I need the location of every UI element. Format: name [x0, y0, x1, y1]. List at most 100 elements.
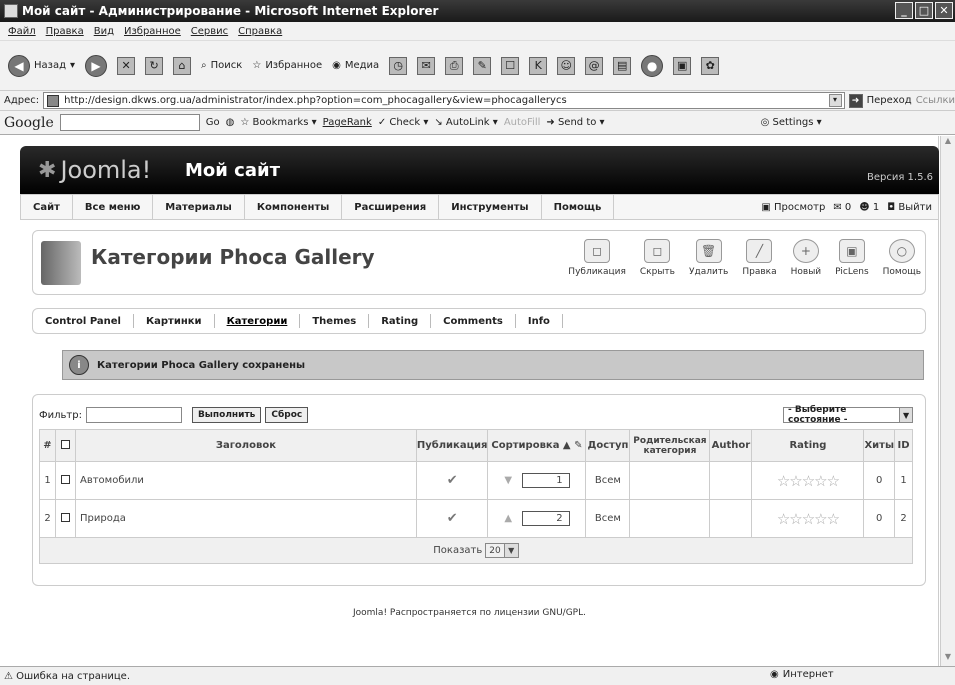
col-access[interactable]: Доступ — [585, 429, 631, 462]
col-rating[interactable]: Rating — [751, 429, 865, 462]
vertical-scrollbar[interactable]: ▲ ▼ — [940, 136, 955, 666]
state-select[interactable]: - Выберите состояние - ▼ — [783, 405, 913, 425]
sendto-button[interactable]: ➜ Send to ▾ — [546, 117, 604, 128]
subnav-comments[interactable]: Comments — [431, 314, 516, 328]
scroll-up-icon[interactable]: ▲ — [941, 136, 955, 150]
messages-link[interactable]: ✉ 0 — [833, 202, 851, 213]
settings-button[interactable]: ◎ Settings ▾ — [761, 117, 822, 128]
publish-button[interactable]: ◻ Публикация — [568, 239, 626, 277]
unpublish-button[interactable]: ◻ Скрыть — [640, 239, 675, 277]
media-button[interactable]: ◉ Медиа — [332, 60, 379, 71]
published-check-icon[interactable]: ✔ — [447, 511, 458, 526]
menu-edit[interactable]: Правка — [46, 26, 84, 37]
google-go-button[interactable]: Go — [206, 117, 220, 128]
menu-site[interactable]: Сайт — [21, 195, 73, 219]
home-button[interactable]: ⌂ — [173, 56, 192, 75]
favorites-button[interactable]: ☆ Избранное — [252, 60, 322, 71]
k-icon[interactable]: K — [529, 56, 548, 75]
refresh-button[interactable]: ↻ — [145, 56, 164, 75]
menu-tools[interactable]: Сервис — [191, 26, 228, 37]
menu-file[interactable]: Файл — [8, 26, 36, 37]
col-author[interactable]: Author — [709, 429, 753, 462]
minimize-button[interactable]: _ — [895, 2, 913, 19]
piclens-button[interactable]: ▣ PicLens — [835, 239, 869, 277]
order-input[interactable]: 1 — [521, 473, 570, 488]
row-checkbox[interactable] — [61, 512, 70, 522]
users-link[interactable]: ☻ 1 — [859, 202, 879, 213]
discuss-button[interactable]: ☐ — [501, 56, 520, 75]
autofill-button[interactable]: AutoFill — [504, 117, 541, 128]
save-order-icon[interactable]: ✎ — [574, 440, 582, 451]
row-published[interactable]: ✔ — [415, 461, 489, 500]
bookmarks-button[interactable]: ☆ Bookmarks ▾ — [240, 117, 316, 128]
order-input[interactable]: 2 — [521, 511, 570, 526]
close-button[interactable]: ✕ — [935, 2, 953, 19]
delete-button[interactable]: 🗑 Удалить — [689, 239, 728, 277]
col-parent[interactable]: Родительская категория — [629, 429, 711, 462]
subnav-info[interactable]: Info — [516, 314, 563, 328]
filter-input[interactable] — [85, 407, 182, 423]
menu-content[interactable]: Материалы — [153, 195, 245, 219]
menu-favorites[interactable]: Избранное — [124, 26, 181, 37]
col-checkall[interactable] — [55, 429, 76, 462]
scroll-down-icon[interactable]: ▼ — [941, 652, 955, 666]
menu-view[interactable]: Вид — [94, 26, 114, 37]
research-button[interactable]: ▤ — [613, 56, 632, 75]
menu-help[interactable]: Помощь — [542, 195, 615, 219]
joomla-logo[interactable]: ✱ Joomla! — [38, 156, 151, 184]
status-text[interactable]: Ошибка на странице. — [16, 671, 130, 682]
filter-reset-button[interactable]: Сброс — [265, 407, 309, 423]
autolink-button[interactable]: ↘ AutoLink ▾ — [434, 117, 497, 128]
search-button[interactable]: ⌕ Поиск — [201, 60, 242, 71]
col-ordering[interactable]: Сортировка ▲ ✎ — [487, 429, 587, 462]
stop-button[interactable]: ✕ — [117, 56, 136, 75]
edit-button[interactable]: ✎ — [473, 56, 492, 75]
menu-help[interactable]: Справка — [238, 26, 282, 37]
published-check-icon[interactable]: ✔ — [447, 473, 458, 488]
list-limit-select[interactable]: 20 ▼ — [485, 543, 519, 558]
pagerank-button[interactable]: PageRank — [323, 117, 372, 128]
edit-button[interactable]: ╱ Правка — [742, 239, 777, 277]
error-icon[interactable]: ⚠ — [4, 671, 13, 682]
move-down-icon[interactable]: ▼ — [504, 475, 512, 486]
menu-tools[interactable]: Инструменты — [439, 195, 542, 219]
menu-components[interactable]: Компоненты — [245, 195, 343, 219]
move-up-icon[interactable]: ▲ — [504, 513, 512, 524]
at-icon[interactable]: @ — [585, 56, 604, 75]
messenger-button[interactable]: ☺ — [557, 56, 576, 75]
check-all-checkbox[interactable] — [61, 439, 70, 449]
menu-extensions[interactable]: Расширения — [342, 195, 440, 219]
check-button[interactable]: ✓ Check ▾ — [378, 117, 429, 128]
print-button[interactable]: ⎙ — [445, 56, 464, 75]
col-hits[interactable]: Хиты — [863, 429, 895, 462]
forward-button[interactable]: ▶ — [85, 54, 108, 77]
row-checkbox[interactable] — [61, 474, 70, 484]
address-input[interactable]: http://design.dkws.org.ua/administrator/… — [43, 92, 845, 109]
logout-link[interactable]: ◘ Выйти — [887, 202, 932, 213]
preview-link[interactable]: ▣ Просмотр — [761, 202, 825, 213]
mail-button[interactable]: ✉ — [417, 56, 436, 75]
address-dropdown-icon[interactable]: ▾ — [828, 94, 842, 107]
pagerank-icon[interactable]: ◍ — [226, 117, 235, 128]
row-access[interactable]: Всем — [585, 461, 631, 500]
tool-icon[interactable]: ▣ — [673, 56, 692, 75]
subnav-images[interactable]: Картинки — [134, 314, 215, 328]
filter-go-button[interactable]: Выполнить — [191, 407, 262, 423]
globe-icon[interactable]: ● — [641, 54, 664, 77]
google-logo[interactable]: Google — [4, 115, 54, 131]
subnav-themes[interactable]: Themes — [300, 314, 370, 328]
col-title[interactable]: Заголовок — [75, 429, 417, 462]
go-button[interactable]: ➜ Переход — [848, 93, 912, 108]
row-published[interactable]: ✔ — [415, 499, 489, 538]
row-title[interactable]: Природа — [75, 499, 417, 538]
subnav-control-panel[interactable]: Control Panel — [33, 314, 134, 328]
google-search-input[interactable] — [59, 114, 200, 131]
flower-icon[interactable]: ✿ — [701, 56, 720, 75]
col-published[interactable]: Публикация — [415, 429, 489, 462]
subnav-categories[interactable]: Категории — [215, 314, 301, 328]
links-label[interactable]: Ссылки — [916, 95, 955, 106]
back-button[interactable]: ◀ Назад ▾ — [8, 54, 75, 77]
help-button[interactable]: ○ Помощь — [883, 239, 921, 277]
subnav-rating[interactable]: Rating — [369, 314, 432, 328]
row-title[interactable]: Автомобили — [75, 461, 417, 500]
